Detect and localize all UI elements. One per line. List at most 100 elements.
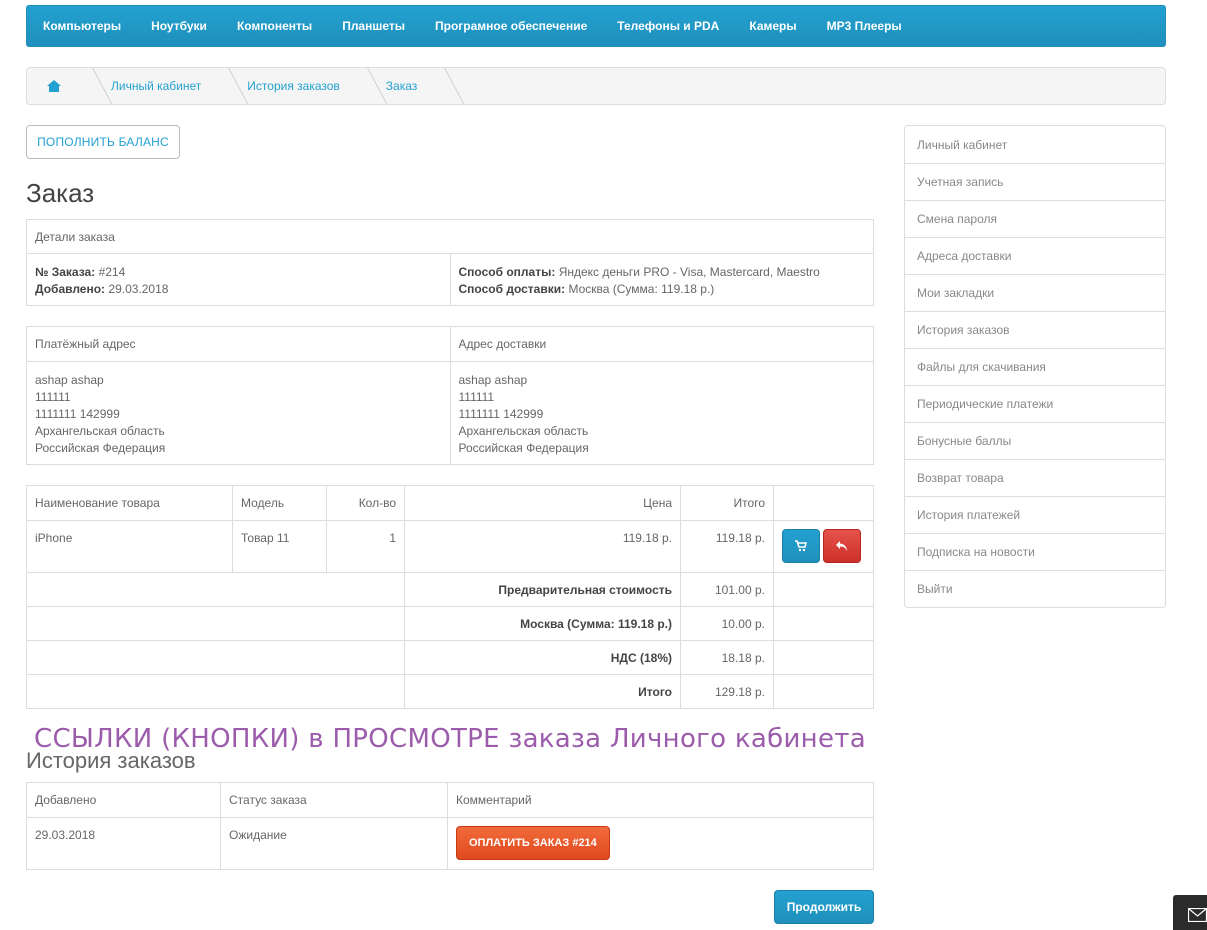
col-total: Итого: [680, 485, 774, 521]
sidebar-item-order-history[interactable]: История заказов: [905, 311, 1165, 348]
product-actions: [773, 520, 874, 573]
order-number: #214: [98, 265, 126, 279]
address-line: Российская Федерация: [458, 441, 589, 455]
vat-value: 18.18 р.: [680, 640, 774, 675]
totals-spacer: [26, 606, 405, 641]
col-added: Добавлено: [26, 782, 221, 818]
product-model: Товар 11: [232, 520, 327, 573]
return-button[interactable]: [823, 529, 861, 563]
shipping-method-label: Способ доставки:: [458, 282, 566, 296]
breadcrumb-order[interactable]: Заказ: [366, 68, 443, 104]
mail-icon: [1188, 908, 1207, 922]
sidebar-item-downloads[interactable]: Файлы для скачивания: [905, 348, 1165, 385]
breadcrumb-home[interactable]: [27, 68, 91, 104]
menu-item-tablets[interactable]: Планшеты: [342, 19, 405, 33]
totals-spacer: [26, 640, 405, 675]
payment-method-label: Способ оплаты:: [458, 265, 556, 279]
home-icon: [47, 80, 61, 92]
menu-item-cameras[interactable]: Камеры: [749, 19, 796, 33]
breadcrumb-order-history[interactable]: История заказов: [227, 68, 366, 104]
order-details-header: Детали заказа: [26, 219, 874, 254]
payment-address: ashap ashap 111111 1111111 142999 Арханг…: [26, 361, 451, 465]
sidebar-item-newsletter[interactable]: Подписка на новости: [905, 533, 1165, 570]
order-added-label: Добавлено:: [35, 282, 106, 296]
mail-widget-button[interactable]: [1173, 895, 1207, 930]
order-details-table: Детали заказа № Заказа: #214 Добавлено: …: [26, 219, 874, 306]
menu-item-mp3[interactable]: MP3 Плееры: [827, 19, 902, 33]
cart-icon: [795, 540, 807, 552]
grand-total-label: Итого: [404, 674, 681, 709]
pay-order-button[interactable]: ОПЛАТИТЬ ЗАКАЗ #214: [456, 826, 610, 860]
history-comment: ОПЛАТИТЬ ЗАКАЗ #214: [447, 817, 874, 870]
order-added-date: 29.03.2018: [108, 282, 169, 296]
address-line: Архангельская область: [458, 424, 589, 438]
order-number-label: № Заказа:: [35, 265, 96, 279]
totals-spacer: [26, 674, 405, 709]
totals-spacer: [26, 572, 405, 607]
order-history-table: Добавлено Статус заказа Комментарий 29.0…: [26, 782, 874, 870]
menu-item-components[interactable]: Компоненты: [237, 19, 312, 33]
breadcrumb-account[interactable]: Личный кабинет: [91, 68, 227, 104]
address-line: ashap ashap: [458, 373, 528, 387]
order-info-cell: № Заказа: #214 Добавлено: 29.03.2018: [26, 253, 451, 306]
sidebar-item-logout[interactable]: Выйти: [905, 570, 1165, 607]
totals-row: Итого 129.18 р.: [26, 674, 874, 709]
shipping-method: Москва (Сумма: 119.18 р.): [568, 282, 715, 296]
col-actions: [773, 485, 874, 521]
table-row: 29.03.2018 Ожидание ОПЛАТИТЬ ЗАКАЗ #214: [26, 817, 874, 870]
product-qty: 1: [326, 520, 405, 573]
menu-item-software[interactable]: Програмное обеспечение: [435, 19, 587, 33]
totals-label: НДС (18%): [610, 650, 672, 665]
col-model: Модель: [232, 485, 327, 521]
totals-spacer: [773, 640, 874, 675]
vat-label: НДС (18%): [404, 640, 681, 675]
sidebar-item-addresses[interactable]: Адреса доставки: [905, 237, 1165, 274]
product-total: 119.18 р.: [680, 520, 774, 573]
reply-icon: [836, 541, 847, 552]
totals-label: Предварительная стоимость: [498, 582, 672, 597]
sidebar-item-recurring[interactable]: Периодические платежи: [905, 385, 1165, 422]
shipping-address-header: Адрес доставки: [449, 326, 874, 362]
address-line: 111111: [458, 390, 495, 404]
grand-total-value: 129.18 р.: [680, 674, 774, 709]
address-line: Российская Федерация: [35, 441, 166, 455]
table-row: iPhone Товар 11 1 119.18 р. 119.18 р.: [26, 520, 874, 573]
subtotal-label: Предварительная стоимость: [404, 572, 681, 607]
totals-spacer: [773, 572, 874, 607]
sidebar-item-edit-account[interactable]: Учетная запись: [905, 163, 1165, 200]
menu-item-phones[interactable]: Телефоны и PDA: [617, 19, 719, 33]
address-line: 1111111 142999: [458, 407, 544, 421]
payment-method: Яндекс деньги PRO - Visa, Mastercard, Ma…: [558, 265, 820, 279]
top-up-balance-button[interactable]: ПОПОЛНИТЬ БАЛАНС: [26, 125, 180, 159]
sidebar-item-wishlist[interactable]: Мои закладки: [905, 274, 1165, 311]
address-line: ashap ashap: [35, 373, 104, 387]
history-date: 29.03.2018: [26, 817, 221, 870]
sidebar-item-transactions[interactable]: История платежей: [905, 496, 1165, 533]
shipping-total-value: 10.00 р.: [680, 606, 774, 641]
sidebar-item-password[interactable]: Смена пароля: [905, 200, 1165, 237]
menu-item-computers[interactable]: Компьютеры: [43, 19, 121, 33]
address-line: Архангельская область: [35, 424, 165, 438]
shipping-total-label: Москва (Сумма: 119.18 р.): [404, 606, 681, 641]
menu-item-laptops[interactable]: Ноутбуки: [151, 19, 207, 33]
account-sidebar: Личный кабинет Учетная запись Смена паро…: [904, 125, 1166, 608]
totals-label: Москва (Сумма: 119.18 р.): [520, 616, 672, 631]
sidebar-item-reward-points[interactable]: Бонусные баллы: [905, 422, 1165, 459]
subtotal-value: 101.00 р.: [680, 572, 774, 607]
breadcrumb: Личный кабинет История заказов Заказ: [26, 67, 1166, 105]
addresses-table: Платёжный адрес Адрес доставки ashap ash…: [26, 326, 874, 465]
top-menu: Компьютеры Ноутбуки Компоненты Планшеты …: [26, 5, 1166, 47]
totals-label: Итого: [638, 684, 672, 699]
col-status: Статус заказа: [220, 782, 448, 818]
sidebar-item-account[interactable]: Личный кабинет: [905, 126, 1165, 163]
shipping-address: ashap ashap 111111 1111111 142999 Арханг…: [449, 361, 874, 465]
page-title: Заказ: [26, 178, 95, 208]
continue-button[interactable]: Продолжить: [774, 890, 874, 924]
products-table: Наименование товара Модель Кол-во Цена И…: [26, 485, 874, 709]
col-price: Цена: [404, 485, 681, 521]
reorder-button[interactable]: [782, 529, 820, 563]
col-comment: Комментарий: [447, 782, 874, 818]
address-line: 1111111 142999: [35, 407, 120, 421]
totals-spacer: [773, 674, 874, 709]
sidebar-item-returns[interactable]: Возврат товара: [905, 459, 1165, 496]
